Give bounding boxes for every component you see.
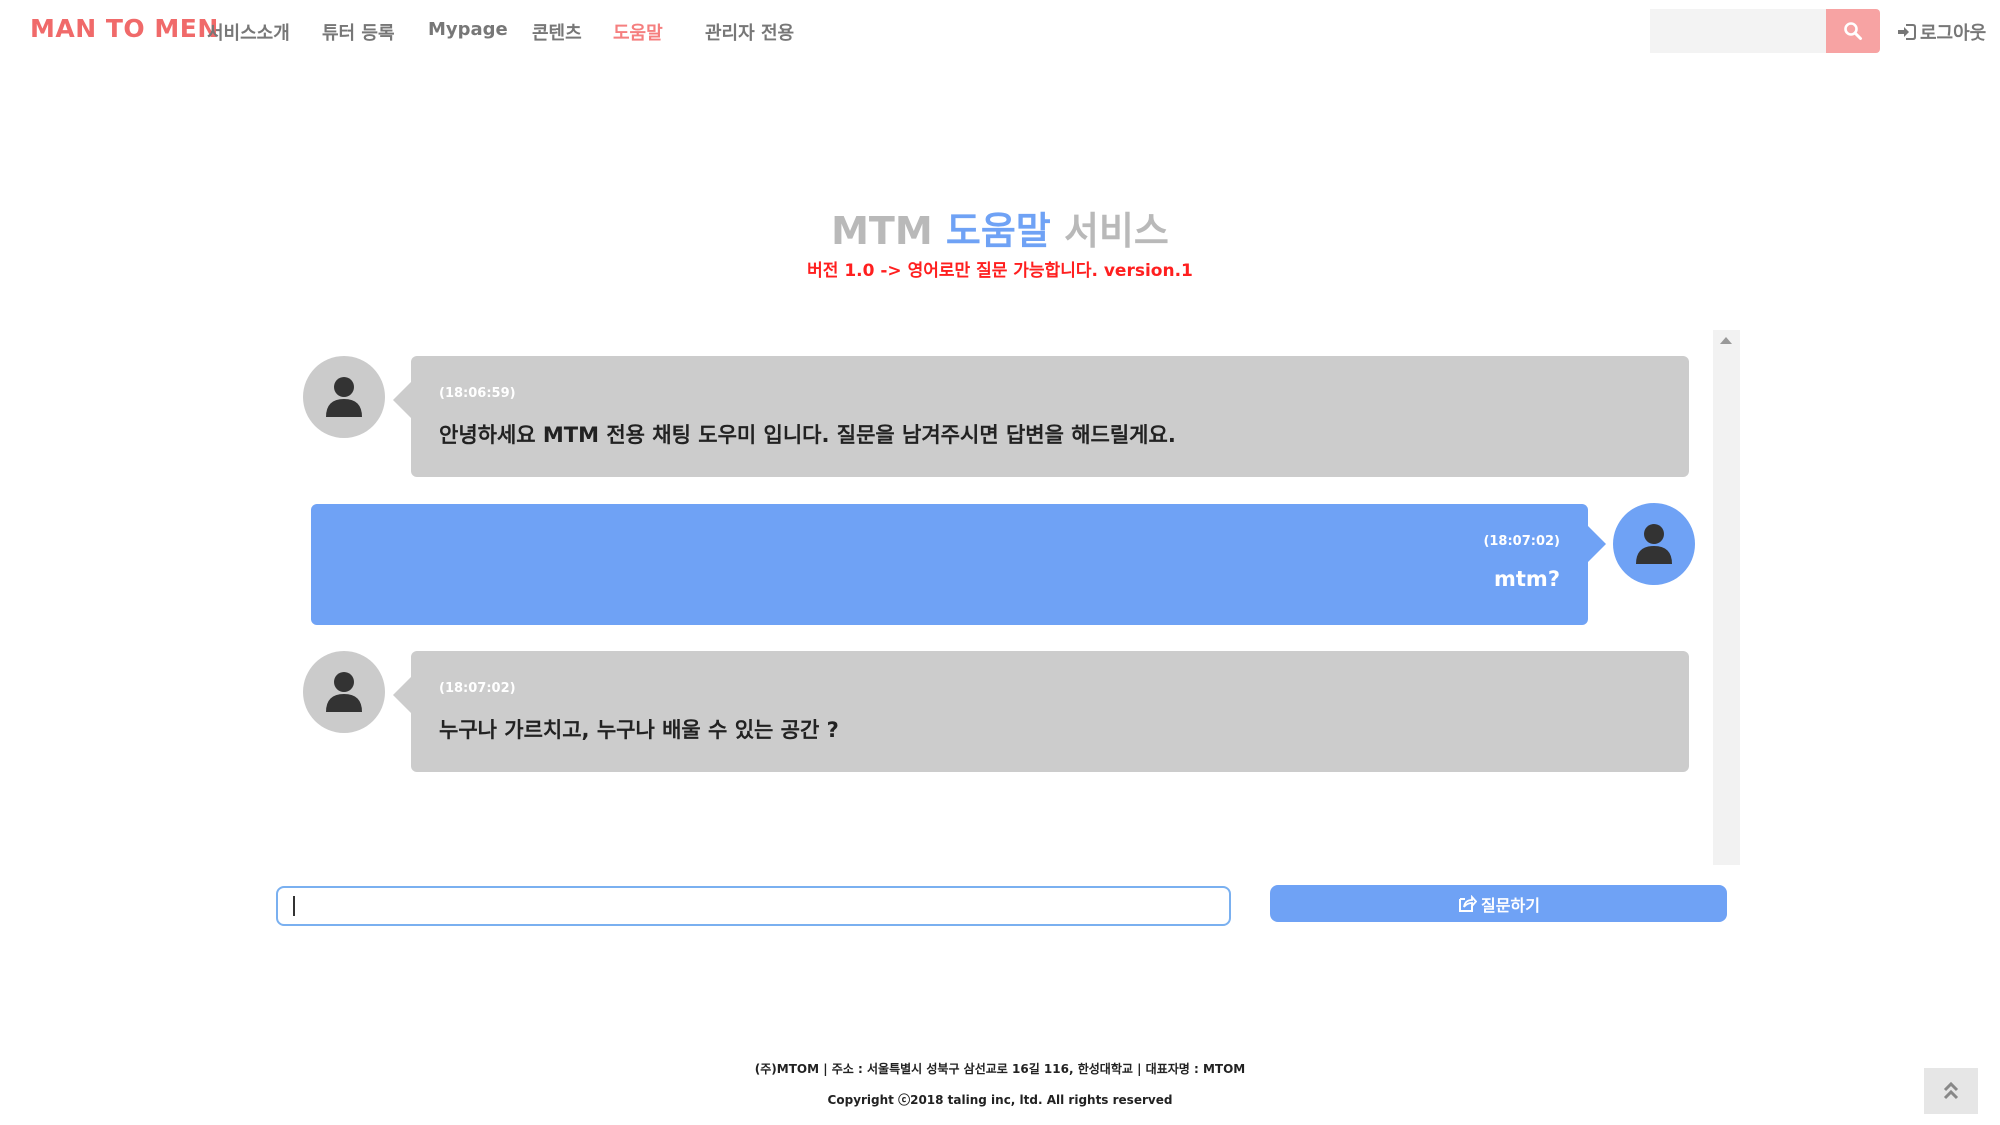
search-input[interactable] (1650, 9, 1826, 53)
message-timestamp: (18:07:02) (1483, 534, 1560, 549)
user-icon (1636, 524, 1672, 564)
nav-item-help[interactable]: 도움말 (613, 19, 663, 45)
message-text: mtm? (1494, 567, 1560, 591)
scroll-up-arrow-icon[interactable] (1720, 337, 1732, 344)
bot-avatar (303, 356, 385, 438)
chat-scrollbar[interactable] (1713, 330, 1740, 865)
double-chevron-up-icon (1943, 1081, 1959, 1100)
text-caret (293, 896, 295, 916)
nav-item-contents[interactable]: 콘텐츠 (532, 19, 582, 45)
ask-button-label: 질문하기 (1481, 897, 1540, 915)
navbar: MAN TO MEN 서비스소개 튜터 등록 Mypage 콘텐츠 도움말 관리… (0, 0, 2000, 60)
user-icon (326, 377, 362, 417)
search-button[interactable] (1826, 9, 1880, 53)
nav-item-service-intro[interactable]: 서비스소개 (207, 19, 290, 45)
message-timestamp: (18:07:02) (439, 681, 516, 696)
nav-item-mypage[interactable]: Mypage (428, 19, 508, 40)
footer-copyright: Copyright ⓒ2018 taling inc, ltd. All rig… (827, 1093, 1173, 1107)
chat-message-user: (18:07:02) mtm? (311, 504, 1606, 625)
footer-company-info: (주)MTOM | 주소 : 서울특별시 성북구 삼선교로 16길 116, 한… (754, 1062, 1246, 1076)
message-timestamp: (18:06:59) (439, 386, 516, 401)
sign-in-icon (1898, 24, 1916, 40)
share-icon (1459, 894, 1478, 912)
page-title-part2: 도움말 (945, 209, 1051, 253)
logout-label: 로그아웃 (1920, 23, 1987, 44)
user-icon (326, 672, 362, 712)
bot-avatar (303, 651, 385, 733)
page-title: MTM 도움말 서비스 (0, 200, 2000, 255)
user-avatar (1613, 503, 1695, 585)
question-input[interactable] (276, 886, 1231, 926)
nav-item-tutor-register[interactable]: 튜터 등록 (322, 19, 395, 45)
scroll-to-top-button[interactable] (1924, 1068, 1978, 1114)
version-notice: 버전 1.0 -> 영어로만 질문 가능합니다. version.1 (807, 261, 1193, 281)
logout-link[interactable]: 로그아웃 (1897, 19, 1986, 45)
search-icon (1844, 22, 1862, 40)
page-title-part1: MTM (831, 209, 933, 253)
chat-message-bot: (18:07:02) 누구나 가르치고, 누구나 배울 수 있는 공간 ? (393, 651, 1689, 772)
message-text: 안녕하세요 MTM 전용 채팅 도우미 입니다. 질문을 남겨주시면 답변을 해… (439, 423, 1176, 447)
message-text: 누구나 가르치고, 누구나 배울 수 있는 공간 ? (439, 718, 839, 742)
brand-logo[interactable]: MAN TO MEN (30, 14, 219, 43)
nav-item-admin[interactable]: 관리자 전용 (705, 19, 794, 45)
chat-message-bot: (18:06:59) 안녕하세요 MTM 전용 채팅 도우미 입니다. 질문을 … (393, 356, 1689, 477)
ask-button[interactable]: 질문하기 (1270, 885, 1727, 922)
page-title-part3: 서비스 (1064, 209, 1169, 253)
